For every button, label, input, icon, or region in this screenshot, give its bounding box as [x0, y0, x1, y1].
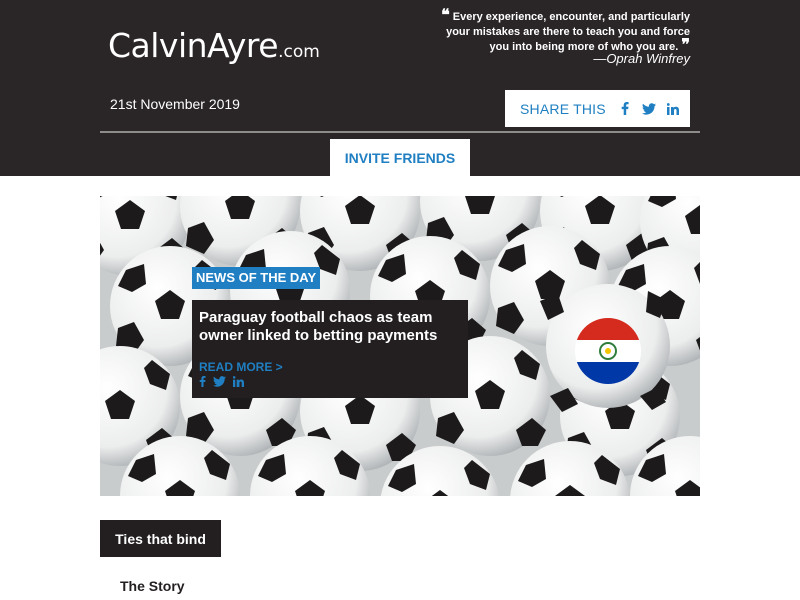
section-tab-ties-that-bind: Ties that bind — [100, 520, 221, 557]
story-card: Paraguay football chaos as team owner li… — [192, 300, 468, 398]
header-quote: ❝ Every experience, encounter, and parti… — [440, 7, 690, 55]
twitter-icon[interactable] — [213, 376, 226, 387]
read-more-link[interactable]: READ MORE > — [199, 360, 461, 374]
paraguay-flag-ball — [540, 284, 670, 412]
share-label: SHARE THIS — [520, 100, 606, 117]
linkedin-icon[interactable] — [666, 102, 680, 115]
hero-story: NEWS OF THE DAY Paraguay football chaos … — [100, 196, 700, 496]
email-header: CalvinAyre.com ❝ Every experience, encou… — [0, 0, 800, 176]
newsletter-date: 21st November 2019 — [110, 96, 240, 112]
invite-friends-button[interactable]: INVITE FRIENDS — [330, 139, 470, 176]
linkedin-icon[interactable] — [233, 376, 244, 387]
logo-main-text: CalvinAyre — [108, 26, 279, 65]
section-subheading: The Story — [120, 578, 185, 594]
story-headline[interactable]: Paraguay football chaos as team owner li… — [199, 309, 461, 345]
story-share-icons — [199, 376, 461, 387]
facebook-icon[interactable] — [199, 376, 206, 387]
news-of-the-day-badge: NEWS OF THE DAY — [192, 267, 321, 289]
quote-author: —Oprah Winfrey — [593, 51, 690, 66]
twitter-icon[interactable] — [641, 102, 656, 115]
share-bar: SHARE THIS — [505, 90, 690, 127]
calvinayre-logo[interactable]: CalvinAyre.com — [108, 26, 320, 65]
logo-domain-suffix: .com — [278, 42, 320, 62]
quote-text: Every experience, encounter, and particu… — [446, 11, 690, 53]
quote-open-icon: ❝ — [441, 5, 450, 24]
facebook-icon[interactable] — [618, 102, 632, 115]
header-divider — [100, 131, 700, 133]
